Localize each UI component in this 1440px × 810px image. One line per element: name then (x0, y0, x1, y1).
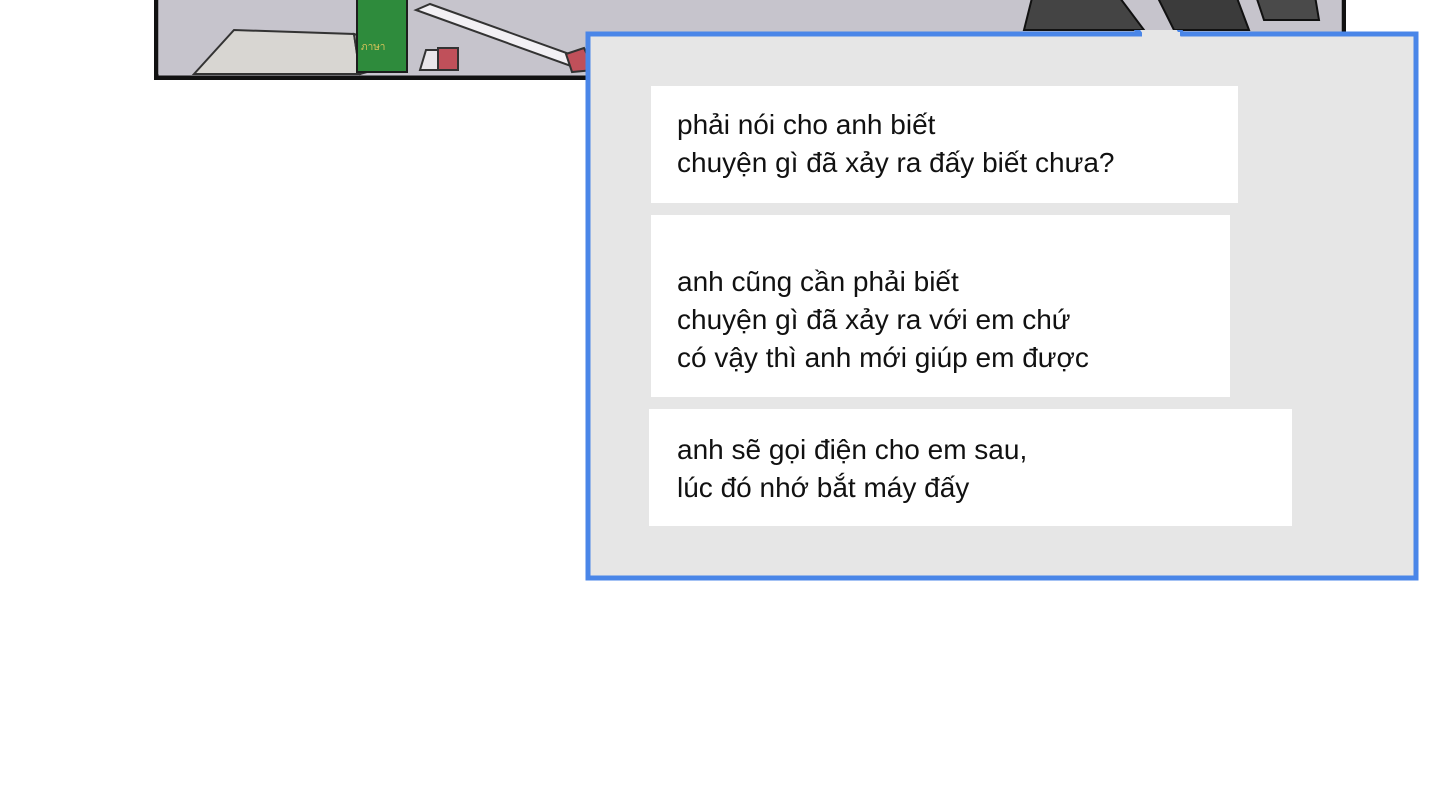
caption-1-line-1: phải nói cho anh biết (677, 109, 936, 140)
caption-2-line-2: chuyện gì đã xảy ra với em chứ (677, 304, 1071, 335)
caption-box-2: anh cũng cần phải biết chuyện gì đã xảy … (651, 215, 1230, 397)
caption-3-line-1: anh sẽ gọi điện cho em sau, (677, 434, 1028, 465)
caption-box-1: phải nói cho anh biết chuyện gì đã xảy r… (651, 86, 1238, 203)
caption-1-line-2: chuyện gì đã xảy ra đấy biết chưa? (677, 147, 1115, 178)
caption-3-line-2: lúc đó nhớ bắt máy đấy (677, 472, 970, 503)
caption-2-line-3: có vậy thì anh mới giúp em được (677, 342, 1089, 373)
caption-2-line-1: anh cũng cần phải biết (677, 266, 959, 297)
comic-page: ภาษา phải nói cho anh biết chuyện gì đã … (0, 0, 1440, 810)
svg-text:ภาษา: ภาษา (361, 42, 385, 53)
caption-box-3: anh sẽ gọi điện cho em sau, lúc đó nhớ b… (649, 409, 1292, 526)
